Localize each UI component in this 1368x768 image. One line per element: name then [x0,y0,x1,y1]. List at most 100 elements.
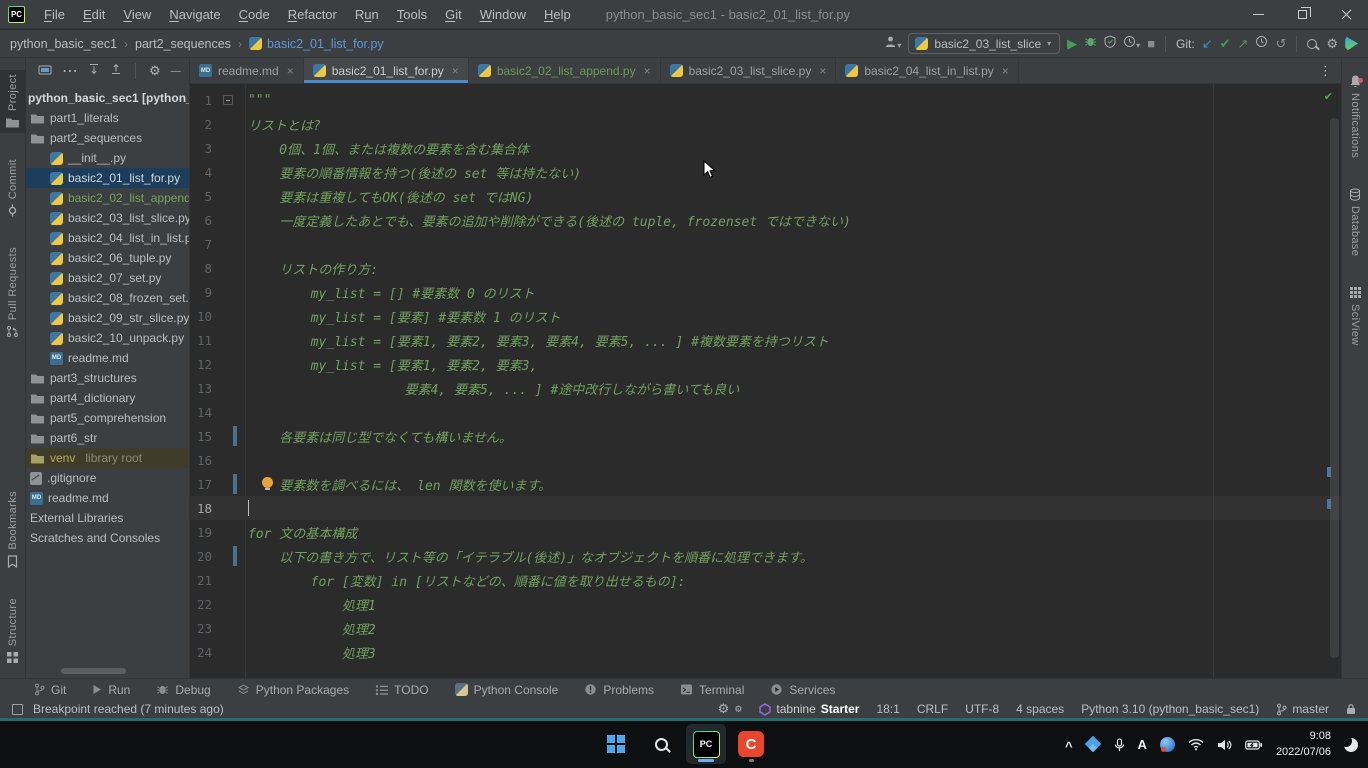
expand-all-button[interactable] [88,62,100,80]
code-line[interactable]: 14 [190,400,1341,424]
toolwindow-pull-requests[interactable]: Pull Requests [0,243,25,342]
minimize-button[interactable] [1236,0,1280,29]
editor-scrollbar[interactable] [1330,118,1339,658]
toolwindow-notifications[interactable]: Notifications [1342,70,1368,162]
code-line[interactable]: 23 処理2 [190,616,1341,640]
tree-item[interactable]: part6_str [26,428,189,448]
toolwindow-button-git[interactable]: Git [34,683,66,697]
editor-tab[interactable]: basic2_01_list_for.py× [304,58,469,83]
code-line[interactable]: 9 my_list = [] #要素数 0 のリスト [190,280,1341,304]
menu-navigate[interactable]: Navigate [160,7,229,22]
run-button[interactable]: ▶ [1067,37,1077,50]
ime-mode-indicator[interactable]: A [1138,737,1147,752]
git-history-button[interactable] [1255,35,1268,53]
run-with-coverage-button[interactable] [1104,35,1116,53]
menu-refactor[interactable]: Refactor [279,7,346,22]
code-line[interactable]: 22 処理1 [190,592,1341,616]
tree-item[interactable]: basic2_08_frozen_set.py [26,288,189,308]
toolwindow-project[interactable]: Project [0,70,25,133]
tree-item[interactable]: python_basic_sec1 [python_basic_sec1] [26,88,189,108]
menu-view[interactable]: View [114,7,160,22]
debug-button[interactable] [1084,35,1097,53]
tabs-kebab-icon[interactable]: ⋮ [1310,58,1341,83]
stop-button[interactable]: ■ [1147,37,1155,50]
intention-bulb-icon[interactable] [262,477,273,488]
toolwindow-button-terminal[interactable]: Terminal [680,683,744,697]
toolwindow-commit[interactable]: Commit [0,155,25,221]
code-line[interactable]: 10 my_list = [要素] #要素数 1 のリスト [190,304,1341,328]
close-button[interactable] [1324,0,1368,29]
tab-close-icon[interactable]: × [287,64,294,78]
toolwindow-button-todo[interactable]: TODO [375,683,428,697]
code-line[interactable]: 20 以下の書き方で、リスト等の「イテラブル(後述)」なオブジェクトを順番に処理… [190,544,1341,568]
tree-item[interactable]: External Libraries [26,508,189,528]
battery-icon[interactable] [1245,740,1263,750]
focus-assist-moon-icon[interactable] [1344,738,1358,752]
tree-item[interactable]: basic2_10_unpack.py [26,328,189,348]
fold-toggle-icon[interactable] [223,95,233,105]
tab-close-icon[interactable]: × [644,64,651,78]
tree-item[interactable]: part2_sequences [26,128,189,148]
code-line[interactable]: 16 [190,448,1341,472]
toolwindow-button-debug[interactable]: Debug [156,683,210,697]
caret-position-widget[interactable]: 18:1 [876,702,899,716]
code-line[interactable]: 13 要素4, 要素5, ... ] #途中改行しながら書いても良い [190,376,1341,400]
git-update-button[interactable]: ↙ [1202,37,1213,50]
tab-close-icon[interactable]: × [452,64,459,78]
menu-tools[interactable]: Tools [388,7,436,22]
code-line[interactable]: 5 要素は重複してもOK(後述の set ではNG) [190,184,1341,208]
git-rollback-button[interactable]: ↺ [1275,37,1286,50]
code-line[interactable]: 8 リストの作り方: [190,256,1341,280]
wifi-icon[interactable] [1188,738,1204,751]
code-line[interactable]: 18 [190,496,1341,520]
tree-item[interactable]: basic2_01_list_for.py [26,168,189,188]
inspections-ok-icon[interactable]: ✔ [1324,90,1333,103]
tray-app-icon[interactable] [1086,737,1101,752]
encoding-widget[interactable]: UTF-8 [965,702,999,716]
tree-item[interactable]: basic2_02_list_append.py [26,188,189,208]
restore-button[interactable] [1280,0,1324,29]
toolwindow-structure[interactable]: Structure [0,594,25,668]
editor-tab[interactable]: MDreadme.md× [190,58,304,83]
code-line[interactable]: 1""" [190,88,1341,112]
tab-close-icon[interactable]: × [819,64,826,78]
editor-tab[interactable]: basic2_02_list_append.py× [469,58,661,83]
code-line[interactable]: 17 要素数を調べるには、 len 関数を使います。 [190,472,1341,496]
project-more-icon[interactable]: ⋯ [62,61,78,81]
line-ending-widget[interactable]: CRLF [917,702,948,716]
toolwindow-button-run[interactable]: Run [92,683,130,697]
tree-item[interactable]: basic2_04_list_in_list.py [26,228,189,248]
editor-body[interactable]: 1"""2リストとは?3 0個、1個、または複数の要素を含む集合体4 要素の順番… [190,84,1341,678]
git-branch-widget[interactable]: master [1276,702,1329,716]
menu-help[interactable]: Help [535,7,580,22]
code-line[interactable]: 24 処理3 [190,640,1341,664]
tree-item[interactable]: __init__.py [26,148,189,168]
interpreter-widget[interactable]: Python 3.10 (python_basic_sec1) [1081,702,1259,716]
code-line[interactable]: 19for 文の基本構成 [190,520,1341,544]
run-configuration-select[interactable]: basic2_03_list_slice▾ [908,33,1060,54]
code-line[interactable]: 7 [190,232,1341,256]
taskbar-camtasia-button[interactable]: C [731,724,771,764]
tree-item[interactable]: MDreadme.md [26,488,189,508]
code-line[interactable]: 12 my_list = [要素1, 要素2, 要素3, [190,352,1341,376]
indent-widget[interactable]: 4 spaces [1016,702,1064,716]
tree-item[interactable]: part4_dictionary [26,388,189,408]
git-push-button[interactable]: ↗ [1238,37,1249,50]
tray-sphere-icon[interactable] [1160,737,1175,752]
collapse-all-button[interactable] [110,62,122,80]
code-line[interactable]: 3 0個、1個、または複数の要素を含む集合体 [190,136,1341,160]
tabnine-widget[interactable]: tabnine Starter [759,702,859,716]
toolwindow-database[interactable]: Database [1342,184,1368,260]
tree-item[interactable]: part3_structures [26,368,189,388]
menu-file[interactable]: File [35,7,74,22]
toolwindow-sciview[interactable]: SciView [1342,282,1368,350]
toolwindow-bookmarks[interactable]: Bookmarks [0,487,25,572]
microphone-icon[interactable] [1114,738,1125,752]
search-everywhere-button[interactable] [1307,39,1317,49]
editor-tab[interactable]: basic2_03_list_slice.py× [661,58,837,83]
tree-item[interactable]: part5_comprehension [26,408,189,428]
toolwindow-button-services[interactable]: Services [770,683,835,697]
tree-item[interactable]: .gitignore [26,468,189,488]
toolwindow-button-problems[interactable]: Problems [584,683,654,697]
lock-icon[interactable] [1346,703,1356,715]
